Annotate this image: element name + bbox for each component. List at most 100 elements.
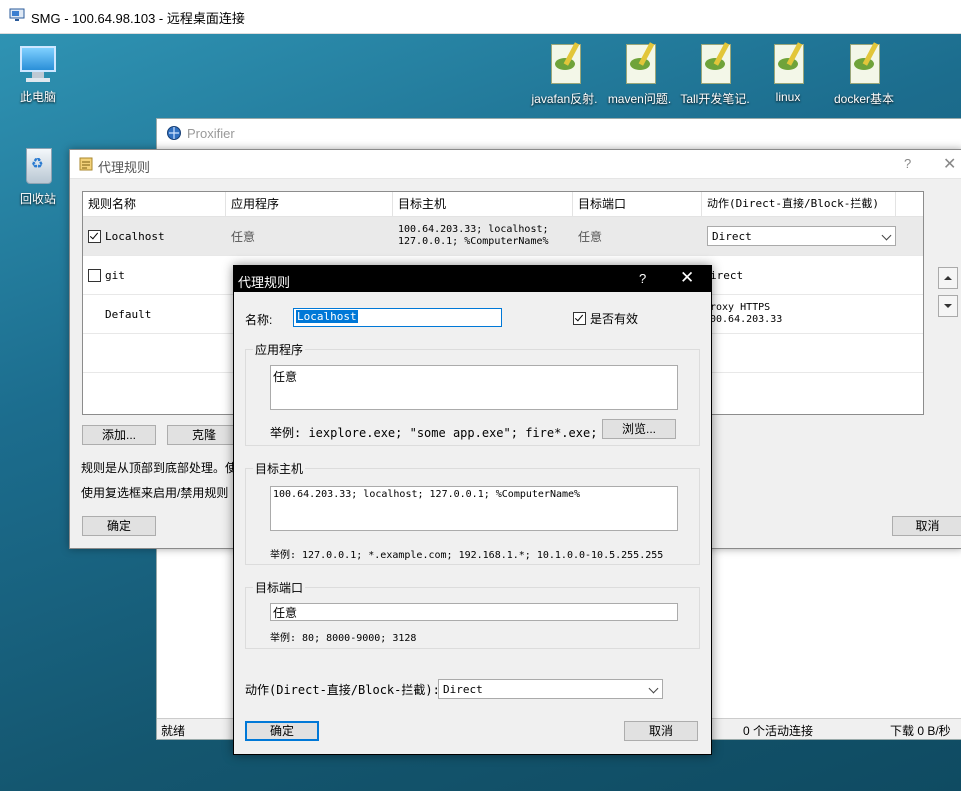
file-shortcut-maven[interactable]: maven问题. xyxy=(602,42,677,107)
proxifier-title-bar: Proxifier xyxy=(157,119,961,147)
chevron-down-icon xyxy=(648,683,659,694)
rule-action-line: roxy HTTPS xyxy=(710,302,771,313)
applications-input[interactable]: 任意 xyxy=(270,365,678,410)
target-ports-input[interactable]: 任意 xyxy=(270,603,678,621)
file-shortcut-tall[interactable]: Tall开发笔记. xyxy=(676,42,754,107)
recycle-bin-icon xyxy=(18,142,58,186)
proxifier-app-icon xyxy=(167,126,181,140)
browse-button[interactable]: 浏览... xyxy=(602,419,676,439)
rule-name: Default xyxy=(105,307,152,321)
notepad-file-icon xyxy=(846,42,882,86)
edit-title-bar: 代理规则 ? ✕ xyxy=(234,266,711,292)
notepad-file-icon xyxy=(770,42,806,86)
file-shortcut-javafan[interactable]: javafan反射. xyxy=(527,42,602,107)
action-value: Direct xyxy=(443,683,483,696)
enabled-label: 是否有效 xyxy=(590,312,639,326)
name-label: 名称: xyxy=(245,313,273,327)
table-header: 规则名称 应用程序 目标主机 目标端口 动作(Direct-直接/Block-拦… xyxy=(83,192,923,217)
applications-group-title: 应用程序 xyxy=(253,341,306,358)
recycle-bin-shortcut[interactable]: 回收站 xyxy=(3,142,73,207)
target-ports-group-title: 目标端口 xyxy=(253,579,306,596)
rule-host-line: 127.0.0.1; %ComputerName% xyxy=(398,236,549,247)
target-ports-group: 目标端口 任意 举例: 80; 8000-9000; 3128 xyxy=(245,579,700,649)
arrow-down-icon xyxy=(944,304,952,308)
enabled-checkbox[interactable] xyxy=(573,312,586,325)
proxifier-title: Proxifier xyxy=(187,126,235,141)
rules-title-bar: 代理规则 ? ✕ xyxy=(70,150,961,179)
target-ports-value: 任意 xyxy=(273,606,298,620)
edit-ok-button[interactable]: 确定 xyxy=(245,721,319,741)
notepad-file-icon xyxy=(622,42,658,86)
status-download: 下载 0 B/秒 xyxy=(890,724,951,738)
info-text: 规则是从顶部到底部处理。使 xyxy=(81,461,238,475)
column-header-host[interactable]: 目标主机 xyxy=(393,192,573,216)
action-select[interactable]: Direct xyxy=(438,679,663,699)
status-connections: 0 个活动连接 xyxy=(743,724,814,738)
file-label: Tall开发笔记. xyxy=(680,92,750,106)
file-shortcut-docker[interactable]: docker基本 xyxy=(826,42,902,107)
rule-enabled-checkbox[interactable] xyxy=(88,268,101,282)
column-header-app[interactable]: 应用程序 xyxy=(226,192,393,216)
chevron-down-icon xyxy=(881,230,892,241)
rule-name: Localhost xyxy=(105,229,165,243)
rdp-title-bar: SMG - 100.64.98.103 - 远程桌面连接 xyxy=(0,0,961,34)
rule-name: git xyxy=(105,268,125,282)
file-label: maven问题. xyxy=(607,92,672,106)
file-label: javafan反射. xyxy=(531,92,598,106)
rule-edit-dialog: 代理规则 ? ✕ 名称: Localhost 是否有效 应用程序 任意 举例: … xyxy=(233,265,712,755)
rules-app-icon xyxy=(79,157,93,171)
clone-rule-button[interactable]: 克隆 xyxy=(167,425,241,445)
rule-action-select[interactable]: Direct xyxy=(707,226,896,246)
notepad-file-icon xyxy=(697,42,733,86)
move-down-button[interactable] xyxy=(938,295,958,317)
edit-title: 代理规则 xyxy=(238,275,291,290)
applications-example: 举例: iexplore.exe; "some app.exe"; fire*.… xyxy=(270,426,641,440)
rule-enabled-checkbox[interactable] xyxy=(88,229,101,243)
add-rule-button[interactable]: 添加... xyxy=(82,425,156,445)
info-text: 使用复选框来启用/禁用规则 xyxy=(81,486,229,500)
close-button[interactable]: ✕ xyxy=(943,154,956,174)
target-hosts-group: 目标主机 100.64.203.33; localhost; 127.0.0.1… xyxy=(245,460,700,565)
name-value: Localhost xyxy=(296,310,358,323)
rule-port: 任意 xyxy=(578,229,603,244)
rule-host-line: 100.64.203.33; localhost; xyxy=(398,224,549,235)
rule-action-line: 00.64.203.33 xyxy=(710,314,783,325)
target-hosts-group-title: 目标主机 xyxy=(253,460,306,477)
rdp-title: SMG - 100.64.98.103 - 远程桌面连接 xyxy=(31,11,245,26)
help-button[interactable]: ? xyxy=(639,271,646,286)
help-button[interactable]: ? xyxy=(904,156,911,171)
applications-value: 任意 xyxy=(273,370,298,384)
rules-ok-button[interactable]: 确定 xyxy=(82,516,156,536)
target-hosts-input[interactable]: 100.64.203.33; localhost; 127.0.0.1; %Co… xyxy=(270,486,678,531)
rules-cancel-button[interactable]: 取消 xyxy=(892,516,961,536)
desktop-icon-label: 回收站 xyxy=(19,192,56,206)
column-header-action[interactable]: 动作(Direct-直接/Block-拦截) xyxy=(702,192,896,216)
status-ready: 就绪 xyxy=(161,724,186,738)
arrow-up-icon xyxy=(944,276,952,280)
this-pc-shortcut[interactable]: 此电脑 xyxy=(3,44,73,105)
file-label: linux xyxy=(775,90,801,104)
name-input[interactable]: Localhost xyxy=(293,308,502,327)
file-shortcut-linux[interactable]: linux xyxy=(753,42,823,104)
notepad-file-icon xyxy=(547,42,583,86)
applications-group: 应用程序 任意 举例: iexplore.exe; "some app.exe"… xyxy=(245,341,700,446)
column-header-port[interactable]: 目标端口 xyxy=(573,192,702,216)
column-header-name[interactable]: 规则名称 xyxy=(83,192,226,216)
table-row[interactable]: Localhost 任意 100.64.203.33; localhost; 1… xyxy=(83,217,923,256)
enabled-checkbox-row[interactable]: 是否有效 xyxy=(573,310,638,327)
action-label: 动作(Direct-直接/Block-拦截): xyxy=(245,683,440,697)
desktop-icon-label: 此电脑 xyxy=(19,90,56,104)
target-hosts-value: 100.64.203.33; localhost; 127.0.0.1; %Co… xyxy=(273,489,581,500)
rule-action-value: Direct xyxy=(712,230,752,243)
rules-title: 代理规则 xyxy=(98,160,151,175)
move-up-button[interactable] xyxy=(938,267,958,289)
file-label: docker基本 xyxy=(833,92,895,106)
target-hosts-example: 举例: 127.0.0.1; *.example.com; 192.168.1.… xyxy=(270,550,664,561)
close-button[interactable]: ✕ xyxy=(680,268,694,288)
rule-action: irect xyxy=(710,268,744,282)
edit-cancel-button[interactable]: 取消 xyxy=(624,721,698,741)
remote-desktop-icon xyxy=(9,8,25,21)
computer-icon xyxy=(18,44,58,84)
rule-app: 任意 xyxy=(231,229,256,244)
target-ports-example: 举例: 80; 8000-9000; 3128 xyxy=(270,633,417,644)
